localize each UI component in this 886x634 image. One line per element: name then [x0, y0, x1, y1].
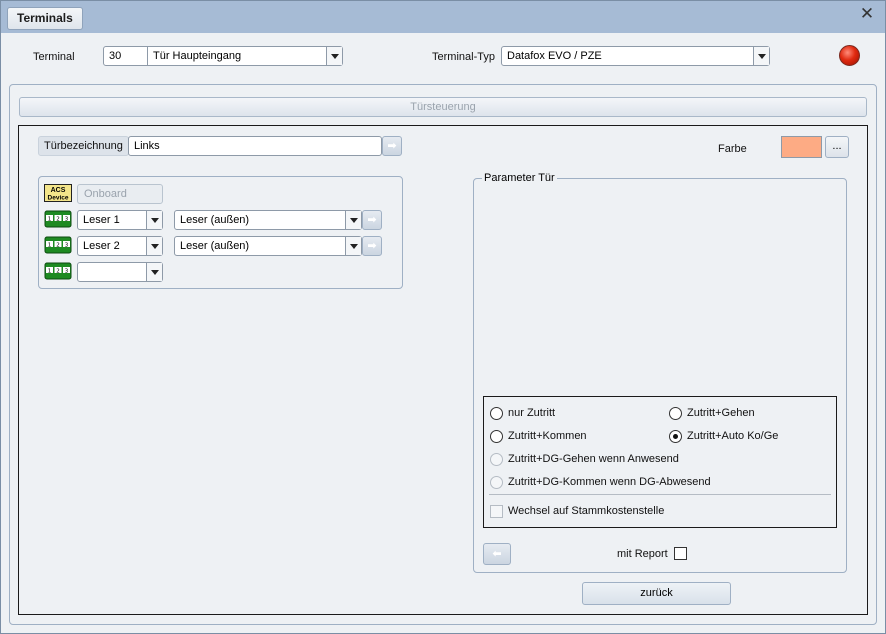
- chevron-down-icon[interactable]: [146, 237, 162, 255]
- status-led-icon: [839, 45, 860, 66]
- reader-icon-digit: 3: [65, 242, 69, 248]
- cost-center-label: Wechsel auf Stammkostenstelle: [508, 505, 665, 517]
- report-label: mit Report: [617, 548, 668, 560]
- acs-device-icon: ACS Device: [44, 184, 72, 202]
- radio-zutritt-kommen[interactable]: [490, 430, 503, 443]
- reader-icon-digit: 2: [56, 242, 60, 248]
- radio-nur-zutritt[interactable]: [490, 407, 503, 420]
- color-picker-button[interactable]: ...: [825, 136, 849, 158]
- arrow-right-icon: ➡: [367, 213, 377, 226]
- report-checkbox[interactable]: [674, 547, 687, 560]
- reader-2-type-value: Leser (außen): [180, 240, 250, 252]
- terminal-type-select[interactable]: Datafox EVO / PZE: [501, 46, 770, 66]
- reader-device-icon: 1 2 3: [44, 262, 72, 280]
- chevron-down-icon[interactable]: [326, 47, 342, 65]
- onboard-field: Onboard: [77, 184, 163, 204]
- divider: [489, 494, 831, 495]
- radio-dg-gehen[interactable]: [490, 453, 503, 466]
- chevron-down-icon[interactable]: [146, 211, 162, 229]
- reader-icon-digit: 1: [48, 268, 52, 274]
- terminal-label: Terminal: [33, 51, 75, 63]
- reader-2-value: Leser 2: [83, 240, 120, 252]
- terminal-number: 30: [109, 50, 122, 62]
- window-title-tab[interactable]: Terminals: [7, 7, 83, 30]
- reader-1-apply-button[interactable]: ➡: [362, 210, 382, 230]
- arrow-right-icon: ➡: [387, 139, 397, 152]
- arrow-right-icon: ➡: [367, 239, 377, 252]
- cost-center-checkbox[interactable]: [490, 505, 503, 518]
- radio-label: Zutritt+DG-Gehen wenn Anwesend: [508, 453, 679, 465]
- terminal-type-value: Datafox EVO / PZE: [507, 50, 602, 62]
- radio-zutritt-gehen[interactable]: [669, 407, 682, 420]
- section-header-door-control[interactable]: Türsteuerung: [19, 97, 867, 117]
- radio-label: nur Zutritt: [508, 407, 556, 419]
- door-name-apply-button[interactable]: ➡: [382, 136, 402, 156]
- arrow-left-icon: ⬅: [492, 547, 502, 560]
- reader-1-value: Leser 1: [83, 214, 120, 226]
- reader-1-select[interactable]: Leser 1: [77, 210, 163, 230]
- acs-icon-line-2: Device: [48, 195, 69, 202]
- reader-device-icon: 1 2 3: [44, 210, 72, 228]
- reader-2-select[interactable]: Leser 2: [77, 236, 163, 256]
- color-swatch[interactable]: [781, 136, 822, 158]
- terminal-type-label: Terminal-Typ: [432, 51, 495, 63]
- reader-icon-digit: 3: [65, 216, 69, 222]
- terminal-name: Tür Haupteingang: [153, 50, 242, 62]
- radio-dg-kommen[interactable]: [490, 476, 503, 489]
- title-bar: Terminals ✕: [1, 1, 885, 33]
- reader-2-type-select[interactable]: Leser (außen): [174, 236, 362, 256]
- reader-icon-digit: 3: [65, 268, 69, 274]
- close-icon[interactable]: ✕: [859, 6, 875, 23]
- radio-label: Zutritt+Kommen: [508, 430, 587, 442]
- reader-device-icon: 1 2 3: [44, 236, 72, 254]
- chevron-down-icon[interactable]: [345, 211, 361, 229]
- back-arrow-button[interactable]: ⬅: [483, 543, 511, 565]
- terminal-select[interactable]: 30 Tür Haupteingang: [103, 46, 343, 66]
- door-name-label: Türbezeichnung: [38, 136, 129, 156]
- parameter-group-title: Parameter Tür: [482, 171, 557, 185]
- door-name-input[interactable]: Links: [128, 136, 382, 156]
- reader-icon-digit: 1: [48, 242, 52, 248]
- reader-3-select[interactable]: [77, 262, 163, 282]
- reader-icon-digit: 2: [56, 216, 60, 222]
- chevron-down-icon[interactable]: [146, 263, 162, 281]
- color-label: Farbe: [718, 143, 747, 155]
- reader-1-type-value: Leser (außen): [180, 214, 250, 226]
- reader-icon-digit: 1: [48, 216, 52, 222]
- reader-1-type-select[interactable]: Leser (außen): [174, 210, 362, 230]
- reader-icon-digit: 2: [56, 268, 60, 274]
- terminal-select-divider: [147, 47, 148, 65]
- radio-label: Zutritt+DG-Kommen wenn DG-Abwesend: [508, 476, 711, 488]
- acs-icon-line-1: ACS: [51, 187, 66, 194]
- back-button[interactable]: zurück: [582, 582, 731, 605]
- reader-2-apply-button[interactable]: ➡: [362, 236, 382, 256]
- radio-label: Zutritt+Gehen: [687, 407, 755, 419]
- radio-label: Zutritt+Auto Ko/Ge: [687, 430, 779, 442]
- chevron-down-icon[interactable]: [753, 47, 769, 65]
- chevron-down-icon[interactable]: [345, 237, 361, 255]
- radio-zutritt-auto[interactable]: [669, 430, 682, 443]
